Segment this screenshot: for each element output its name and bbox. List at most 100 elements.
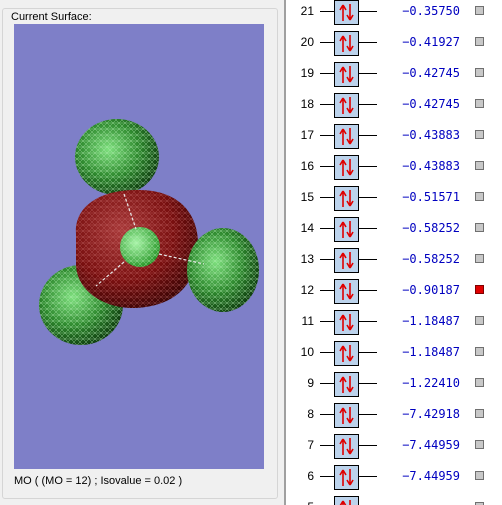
surface-marker-checkbox[interactable] [475,378,484,387]
mo-number: 12 [300,283,314,297]
mo-number: 10 [300,345,314,359]
spin-up-down-arrows-icon [339,4,354,21]
level-line [359,166,377,167]
surface-marker-checkbox[interactable] [475,254,484,263]
mo-number: 20 [300,35,314,49]
electron-pair-box[interactable] [334,186,359,211]
level-line [359,321,377,322]
surface-marker-checkbox[interactable] [475,68,484,77]
mo-number: 14 [300,221,314,235]
level-line [359,259,377,260]
mo-number: 7 [307,438,314,452]
molecule-surface-viewer[interactable] [14,24,264,469]
electron-pair-box[interactable] [334,0,359,25]
electron-pair-box[interactable] [334,279,359,304]
spin-up-down-arrows-icon [339,66,354,83]
mo-row[interactable]: 18 −0.42745 [286,89,502,120]
surface-marker-checkbox[interactable] [475,6,484,15]
mo-number: 9 [307,376,314,390]
mo-number: 13 [300,252,314,266]
mo-number: 19 [300,66,314,80]
spin-up-down-arrows-icon [339,438,354,455]
electron-pair-box[interactable] [334,434,359,459]
mo-row[interactable]: 16 −0.43883 [286,151,502,182]
surface-marker-checkbox[interactable] [475,347,484,356]
surface-marker-checkbox[interactable] [475,471,484,480]
electron-pair-box[interactable] [334,217,359,242]
spin-up-down-arrows-icon [339,283,354,300]
spin-up-down-arrows-icon [339,221,354,238]
electron-pair-box[interactable] [334,310,359,335]
mo-number: 8 [307,407,314,421]
mo-row[interactable]: 6 −7.44959 [286,461,502,492]
current-surface-title: Current Surface: [9,11,94,23]
mo-energy [382,496,460,505]
mo-energy: −7.44959 [402,469,460,483]
electron-pair-box[interactable] [334,93,359,118]
mo-number: 15 [300,190,314,204]
electron-pair-box[interactable] [334,403,359,428]
mo-row[interactable]: 21 −0.35750 [286,0,502,27]
level-line [359,445,377,446]
mo-energy: −0.43883 [402,159,460,173]
surface-marker-checkbox[interactable] [475,161,484,170]
level-line [320,135,334,136]
surface-marker-checkbox[interactable] [475,285,484,294]
level-line [320,352,334,353]
mo-row[interactable]: 9 −1.22410 [286,368,502,399]
level-line [359,383,377,384]
level-line [320,259,334,260]
mo-energy: −1.22410 [402,376,460,390]
mo-energy: −0.42745 [402,66,460,80]
mo-row[interactable]: 15 −0.51571 [286,182,502,213]
mo-row[interactable]: 19 −0.42745 [286,58,502,89]
electron-pair-box[interactable] [334,248,359,273]
surface-marker-checkbox[interactable] [475,99,484,108]
mo-number: 18 [300,97,314,111]
surface-marker-checkbox[interactable] [475,37,484,46]
level-line [359,42,377,43]
mo-row[interactable]: 11 −1.18487 [286,306,502,337]
electron-pair-box[interactable] [334,31,359,56]
mo-row[interactable]: 12 −0.90187 [286,275,502,306]
electron-pair-box[interactable] [334,124,359,149]
surface-marker-checkbox[interactable] [475,409,484,418]
mo-energy: −0.42745 [402,97,460,111]
spin-up-down-arrows-icon [339,469,354,486]
mo-energy: −0.51571 [402,190,460,204]
mo-row[interactable]: 20 −0.41927 [286,27,502,58]
spin-up-down-arrows-icon [339,97,354,114]
mo-energy: −7.44959 [402,438,460,452]
level-line [359,352,377,353]
mo-row[interactable]: 7 −7.44959 [286,430,502,461]
level-line [320,104,334,105]
mo-number: 11 [301,314,314,328]
level-line [359,228,377,229]
level-line [320,290,334,291]
surface-marker-checkbox[interactable] [475,130,484,139]
mo-row[interactable]: 13 −0.58252 [286,244,502,275]
electron-pair-box[interactable] [334,62,359,87]
mo-energy: −0.58252 [402,252,460,266]
mo-row[interactable]: 5 [286,492,502,505]
level-line [320,414,334,415]
mo-energy: −0.58252 [402,221,460,235]
mo-row[interactable]: 17 −0.43883 [286,120,502,151]
mo-row[interactable]: 10 −1.18487 [286,337,502,368]
mo-row[interactable]: 14 −0.58252 [286,213,502,244]
level-line [359,476,377,477]
level-line [320,383,334,384]
electron-pair-box[interactable] [334,465,359,490]
level-line [320,11,334,12]
mo-energy-list[interactable]: 21 −0.35750 20 −0.41927 19 −0.42745 18 −0.42745… [286,0,502,505]
electron-pair-box[interactable] [334,372,359,397]
mo-row[interactable]: 8 −7.42918 [286,399,502,430]
surface-marker-checkbox[interactable] [475,440,484,449]
surface-marker-checkbox[interactable] [475,316,484,325]
surface-marker-checkbox[interactable] [475,192,484,201]
spin-up-down-arrows-icon [339,345,354,362]
electron-pair-box[interactable] [334,496,359,505]
electron-pair-box[interactable] [334,341,359,366]
surface-marker-checkbox[interactable] [475,223,484,232]
electron-pair-box[interactable] [334,155,359,180]
